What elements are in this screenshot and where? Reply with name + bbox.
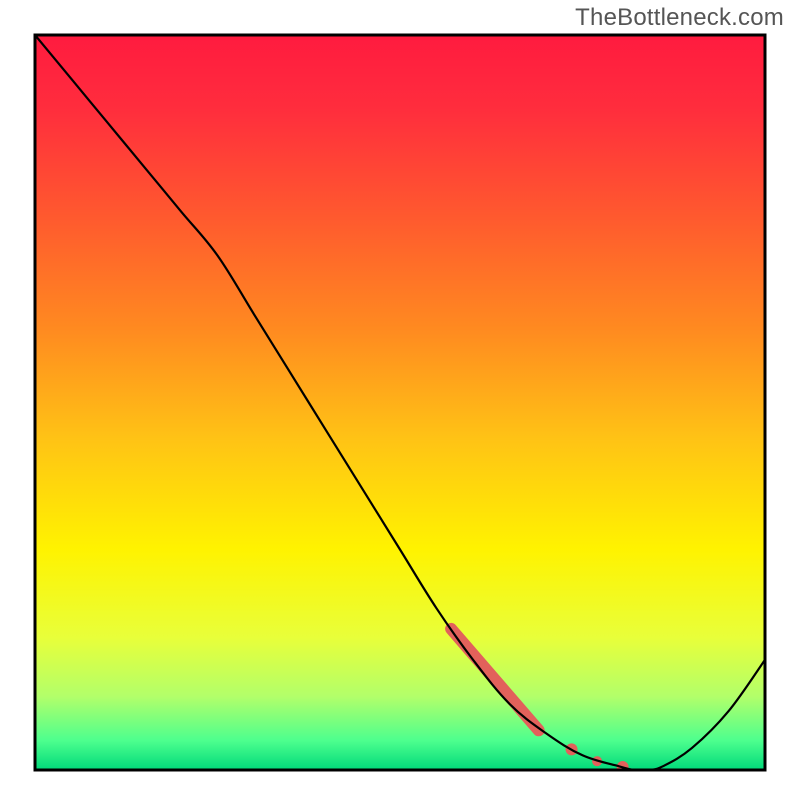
plot-area bbox=[35, 35, 765, 773]
gradient-background bbox=[35, 35, 765, 770]
chart-container: TheBottleneck.com bbox=[0, 0, 800, 800]
watermark-text: TheBottleneck.com bbox=[575, 4, 784, 32]
chart-svg bbox=[0, 0, 800, 800]
